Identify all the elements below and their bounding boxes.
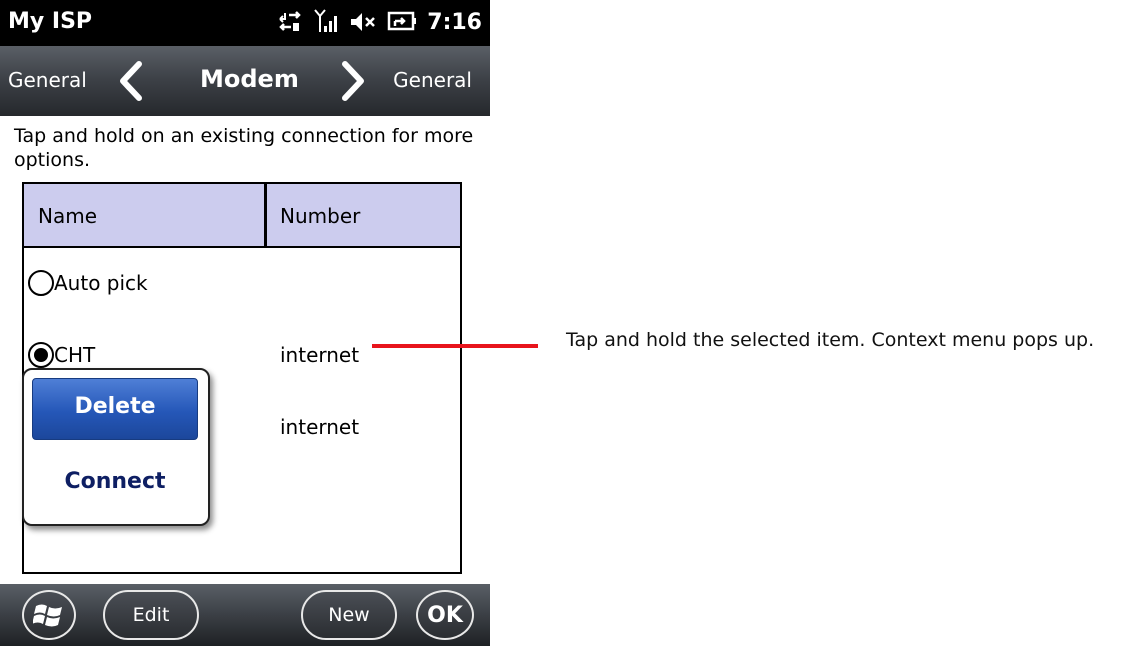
row-number: internet	[280, 343, 360, 367]
nav-next-label[interactable]: General	[393, 68, 472, 92]
header-navigation: General Modem General	[0, 46, 490, 116]
clock: 7:16	[427, 9, 482, 35]
radio-button[interactable]	[28, 270, 54, 296]
status-bar: My ISP 7:16	[0, 0, 490, 46]
callout-line	[372, 344, 538, 348]
row-name: Auto pick	[54, 271, 148, 295]
chevron-right-icon[interactable]	[337, 60, 371, 102]
signal-icon	[314, 9, 338, 32]
battery-charging-icon	[388, 11, 417, 31]
chevron-left-icon[interactable]	[113, 60, 147, 102]
column-header-number[interactable]: Number	[280, 204, 360, 228]
page-title: Modem	[200, 65, 299, 93]
start-button[interactable]	[22, 590, 76, 640]
context-menu: Delete Connect	[22, 368, 210, 526]
new-button[interactable]: New	[301, 590, 397, 640]
edit-button[interactable]: Edit	[103, 590, 199, 640]
menu-item-connect[interactable]: Connect	[32, 456, 198, 506]
row-name: CHT	[54, 343, 96, 367]
column-divider[interactable]	[264, 184, 267, 248]
nav-prev-label[interactable]: General	[8, 68, 87, 92]
app-title: My ISP	[8, 9, 93, 34]
volume-muted-icon	[351, 13, 376, 31]
status-icons[interactable]: 7:16	[277, 6, 482, 38]
data-transfer-icon	[279, 11, 302, 31]
windows-logo-icon	[33, 604, 62, 627]
list-header: Name Number	[24, 184, 460, 248]
radio-dot	[34, 348, 48, 362]
column-header-name[interactable]: Name	[38, 204, 97, 228]
callout-text: Tap and hold the selected item. Context …	[566, 329, 1095, 351]
ok-button[interactable]: OK	[416, 590, 474, 640]
instruction-text: Tap and hold on an existing connection f…	[14, 125, 474, 171]
list-item[interactable]: Auto pick	[24, 262, 460, 306]
bottom-softkey-bar: Edit New OK	[0, 584, 490, 646]
row-number: internet	[280, 415, 360, 439]
menu-item-delete[interactable]: Delete	[32, 378, 198, 440]
radio-button-selected[interactable]	[28, 342, 54, 368]
phone-screen: My ISP 7:16 General Modem General Tap an…	[0, 0, 490, 646]
